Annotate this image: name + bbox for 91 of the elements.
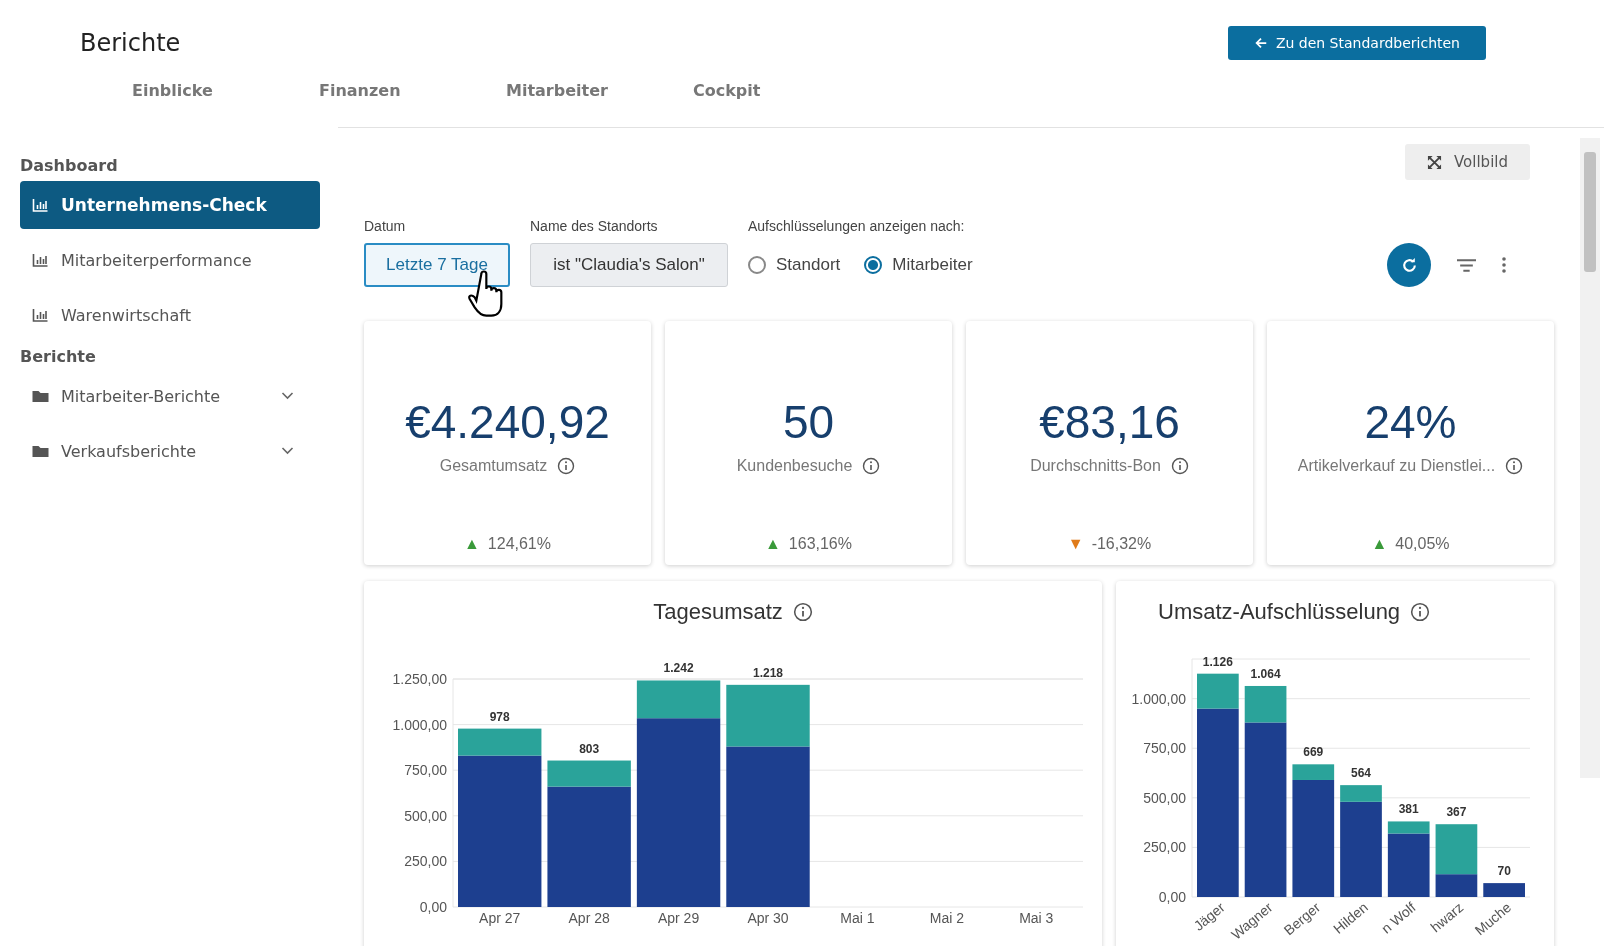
info-icon[interactable]	[1505, 457, 1524, 475]
bar-value-label: 1.126	[1202, 654, 1233, 669]
bar-chart-icon	[32, 308, 49, 322]
change-percent: -16,32%	[1091, 535, 1152, 553]
bar-value-label: 1.218	[753, 665, 783, 680]
kpi-value: 50	[782, 395, 835, 449]
info-icon[interactable]	[792, 602, 813, 622]
radio-option[interactable]: Standort	[748, 255, 841, 275]
chart-title: Umsatz-Aufschlüsselung	[1158, 599, 1401, 625]
field-label: Datum	[364, 218, 407, 234]
kpi-value: €83,16	[1039, 395, 1180, 449]
axis-tick-label: 1.000,00	[392, 716, 447, 733]
standard-reports-button[interactable]: Zu den Standardberichten	[1227, 26, 1486, 60]
folder-icon	[32, 444, 49, 458]
sidebar-item[interactable]: Mitarbeiterperformance	[20, 236, 320, 284]
kpi-value: 24%	[1364, 395, 1457, 449]
refresh-icon	[1400, 256, 1418, 274]
bar-value-label: 70	[1497, 864, 1511, 879]
axis-tick-label: 1.250,00	[392, 671, 447, 687]
axis-tick-label: 0,00	[1158, 889, 1186, 905]
kpi-label: Kundenbesuche	[736, 457, 853, 475]
bar-chart-icon	[32, 198, 49, 212]
sidebar-heading: Berichte	[20, 347, 97, 366]
axis-tick-label: 500,00	[1143, 789, 1186, 806]
trend-arrow: ▲	[1371, 535, 1388, 553]
chevron-icon[interactable]	[281, 447, 294, 455]
sidebar-item[interactable]: Mitarbeiter-Berichte	[20, 372, 320, 420]
chart-title: Tagesumsatz	[653, 599, 783, 625]
sidebar-item[interactable]: Verkaufsberichte	[20, 427, 320, 475]
bar-value-label: 669	[1303, 745, 1324, 760]
field-label: Aufschlüsselungen anzeigen nach:	[748, 218, 966, 234]
axis-category-label: Mai 1	[840, 910, 875, 926]
scrollbar[interactable]	[1580, 138, 1600, 778]
axis-category-label: Apr 27	[479, 910, 521, 926]
arrow-left-icon	[1253, 36, 1268, 50]
kpi-label: Durchschnitts-Bon	[1030, 457, 1161, 475]
filter-icon[interactable]	[1457, 258, 1476, 272]
axis-tick-label: 500,00	[404, 807, 447, 824]
axis-tick-label: 0,00	[419, 899, 447, 915]
chevron-icon[interactable]	[281, 392, 294, 400]
change-percent: 163,16%	[788, 535, 852, 553]
axis-tick-label: 750,00	[1143, 740, 1186, 757]
bar-chart-icon	[32, 253, 49, 267]
bar-value-label: 1.064	[1250, 666, 1281, 681]
bar	[1483, 883, 1525, 897]
radio-button[interactable]	[864, 256, 883, 274]
fullscreen-button[interactable]: Vollbild	[1405, 144, 1530, 180]
bar-value-label: 564	[1351, 766, 1371, 781]
date-field[interactable]: Letzte 7 Tage	[364, 243, 510, 287]
info-icon[interactable]	[862, 457, 881, 475]
axis-tick-label: 250,00	[404, 853, 447, 870]
axis-category-label: Apr 30	[747, 910, 789, 926]
sidebar-item[interactable]: Unternehmens-Check	[20, 181, 320, 229]
info-icon[interactable]	[1170, 457, 1189, 475]
trend-arrow: ▲	[464, 535, 480, 553]
change-percent: 124,61%	[487, 535, 551, 553]
info-icon[interactable]	[1410, 602, 1431, 622]
tab[interactable]: Einblicke	[120, 80, 307, 116]
more-icon[interactable]	[1502, 257, 1506, 273]
bar-value-label: 381	[1398, 802, 1419, 817]
kpi-label: Gesamtumsatz	[439, 457, 548, 475]
location-field[interactable]: ist "Claudia's Salon"	[530, 243, 728, 287]
axis-category-label: Mai 2	[929, 910, 964, 926]
bar-value-label: 1.242	[663, 661, 694, 676]
expand-icon	[1427, 154, 1442, 170]
sidebar-heading: Dashboard	[20, 156, 119, 175]
bar-value-label: 367	[1446, 805, 1467, 820]
bar-value-label: 803	[579, 741, 600, 756]
axis-category-label: Mai 3	[1019, 910, 1054, 926]
page-title: Berichte	[80, 29, 181, 57]
refresh-button[interactable]	[1387, 243, 1431, 287]
tab[interactable]: Cockpit	[681, 80, 868, 116]
radio-option[interactable]: Mitarbeiter	[864, 255, 973, 275]
tab[interactable]: Finanzen	[307, 80, 494, 116]
trend-arrow: ▼	[1067, 535, 1084, 553]
bar-value-label: 978	[489, 709, 510, 724]
axis-tick-label: 750,00	[404, 762, 447, 779]
folder-icon	[32, 389, 49, 403]
sidebar-item[interactable]: Warenwirtschaft	[20, 291, 320, 339]
axis-tick-label: 1.000,00	[1131, 690, 1186, 707]
info-icon[interactable]	[557, 457, 576, 475]
trend-arrow: ▲	[765, 535, 781, 553]
axis-category-label: Apr 28	[568, 910, 610, 926]
field-label: Name des Standorts	[530, 218, 659, 234]
change-percent: 40,05%	[1395, 535, 1450, 553]
axis-tick-label: 250,00	[1143, 839, 1186, 856]
kpi-value: €4.240,92	[405, 395, 610, 449]
axis-category-label: Apr 29	[657, 910, 700, 926]
kpi-label: Artikelverkauf zu Dienstlei...	[1297, 457, 1496, 475]
radio-button[interactable]	[748, 256, 766, 274]
tab[interactable]: Mitarbeiter	[494, 80, 681, 116]
